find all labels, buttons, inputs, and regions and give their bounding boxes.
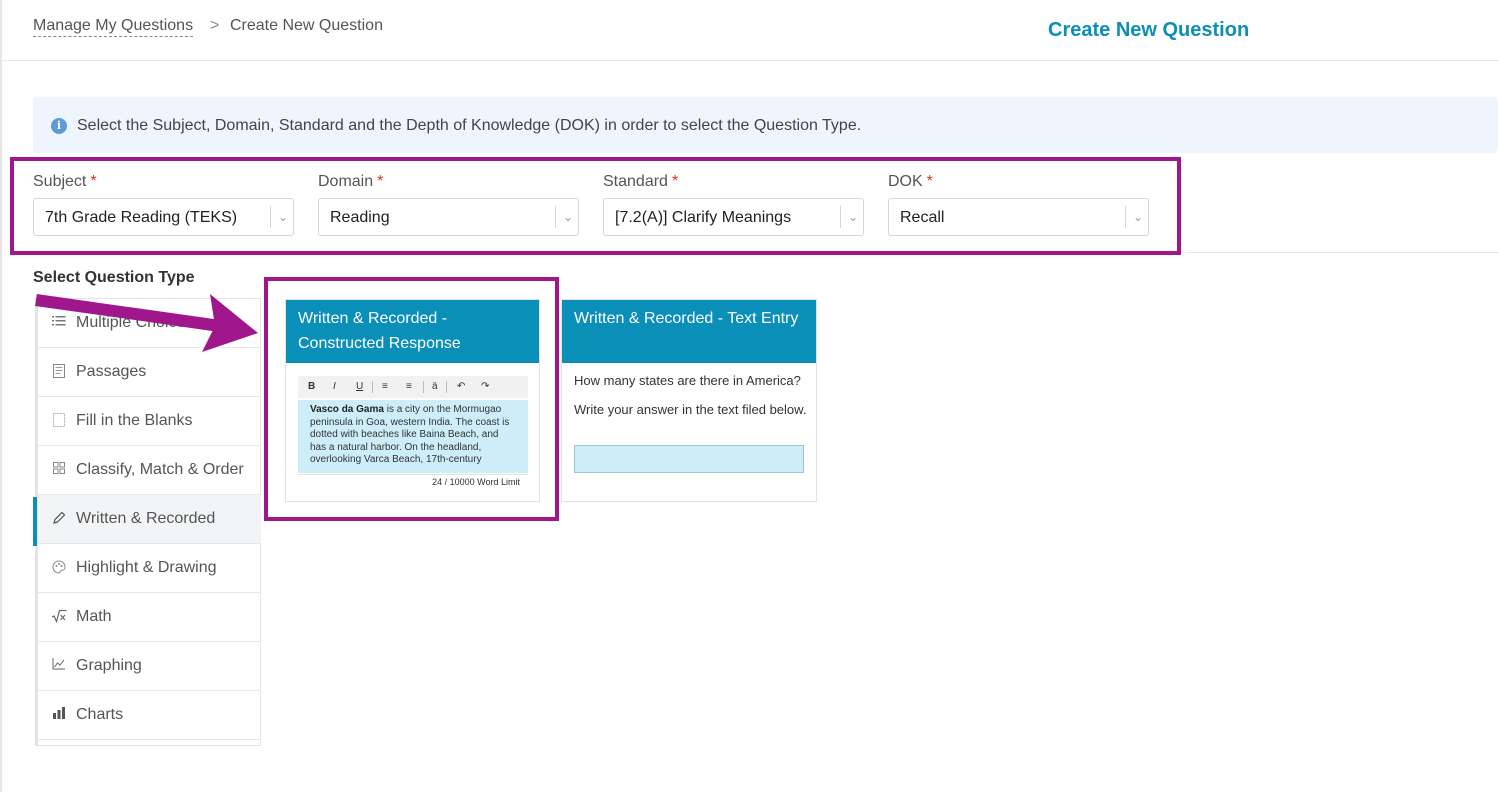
left-border [0, 0, 2, 792]
grid-icon [51, 462, 67, 478]
card-title: Written & Recorded - Text Entry [562, 300, 816, 363]
palette-icon [51, 560, 67, 576]
sidebar-item-label: Written & Recorded [76, 510, 216, 527]
page-title: Create New Question [1048, 19, 1250, 41]
line-chart-icon [51, 658, 67, 674]
sidebar-item-label: Math [76, 608, 112, 625]
info-text: Select the Subject, Domain, Standard and… [77, 117, 862, 134]
sample-instruction-text: Write your answer in the text filed belo… [574, 402, 807, 417]
breadcrumb-current: Create New Question [230, 17, 383, 34]
sidebar-item-label: Graphing [76, 657, 142, 674]
card-highlight-box [264, 277, 559, 521]
blank-box-icon [51, 413, 67, 429]
pencil-icon [51, 511, 67, 527]
sidebar-item-classify-match-order[interactable]: Classify, Match & Order [38, 446, 261, 495]
info-icon: i [51, 118, 67, 134]
breadcrumb-separator: > [210, 17, 220, 34]
sidebar-item-math[interactable]: Math [38, 593, 261, 642]
sidebar-item-label: Highlight & Drawing [76, 559, 217, 576]
header-divider [2, 60, 1498, 61]
active-indicator [33, 497, 37, 546]
sidebar-item-label: Charts [76, 706, 124, 723]
sidebar-item-charts[interactable]: Charts [38, 691, 261, 740]
sidebar-item-label: Classify, Match & Order [76, 461, 244, 478]
square-root-icon [51, 609, 67, 625]
select-question-type-heading: Select Question Type [33, 269, 195, 286]
section-divider [1185, 252, 1498, 253]
annotation-arrow-icon [35, 294, 258, 352]
sidebar-item-graphing[interactable]: Graphing [38, 642, 261, 691]
sidebar-item-highlight-drawing[interactable]: Highlight & Drawing [38, 544, 261, 593]
selection-highlight-box [10, 157, 1181, 255]
sample-text-input [574, 445, 804, 473]
sidebar-item-label: Fill in the Blanks [76, 412, 193, 429]
sidebar-item-fill-in-the-blanks[interactable]: Fill in the Blanks [38, 397, 261, 446]
bar-chart-icon [51, 707, 67, 723]
sidebar-item-written-recorded[interactable]: Written & Recorded [38, 495, 261, 544]
document-icon [51, 364, 67, 380]
sidebar-item-label: Passages [76, 363, 147, 380]
sample-question-text: How many states are there in America? [574, 373, 801, 388]
question-type-sidebar: Multiple Choice Passages Fill in the Bla… [35, 298, 261, 746]
breadcrumb-manage-questions-link[interactable]: Manage My Questions [33, 16, 194, 37]
